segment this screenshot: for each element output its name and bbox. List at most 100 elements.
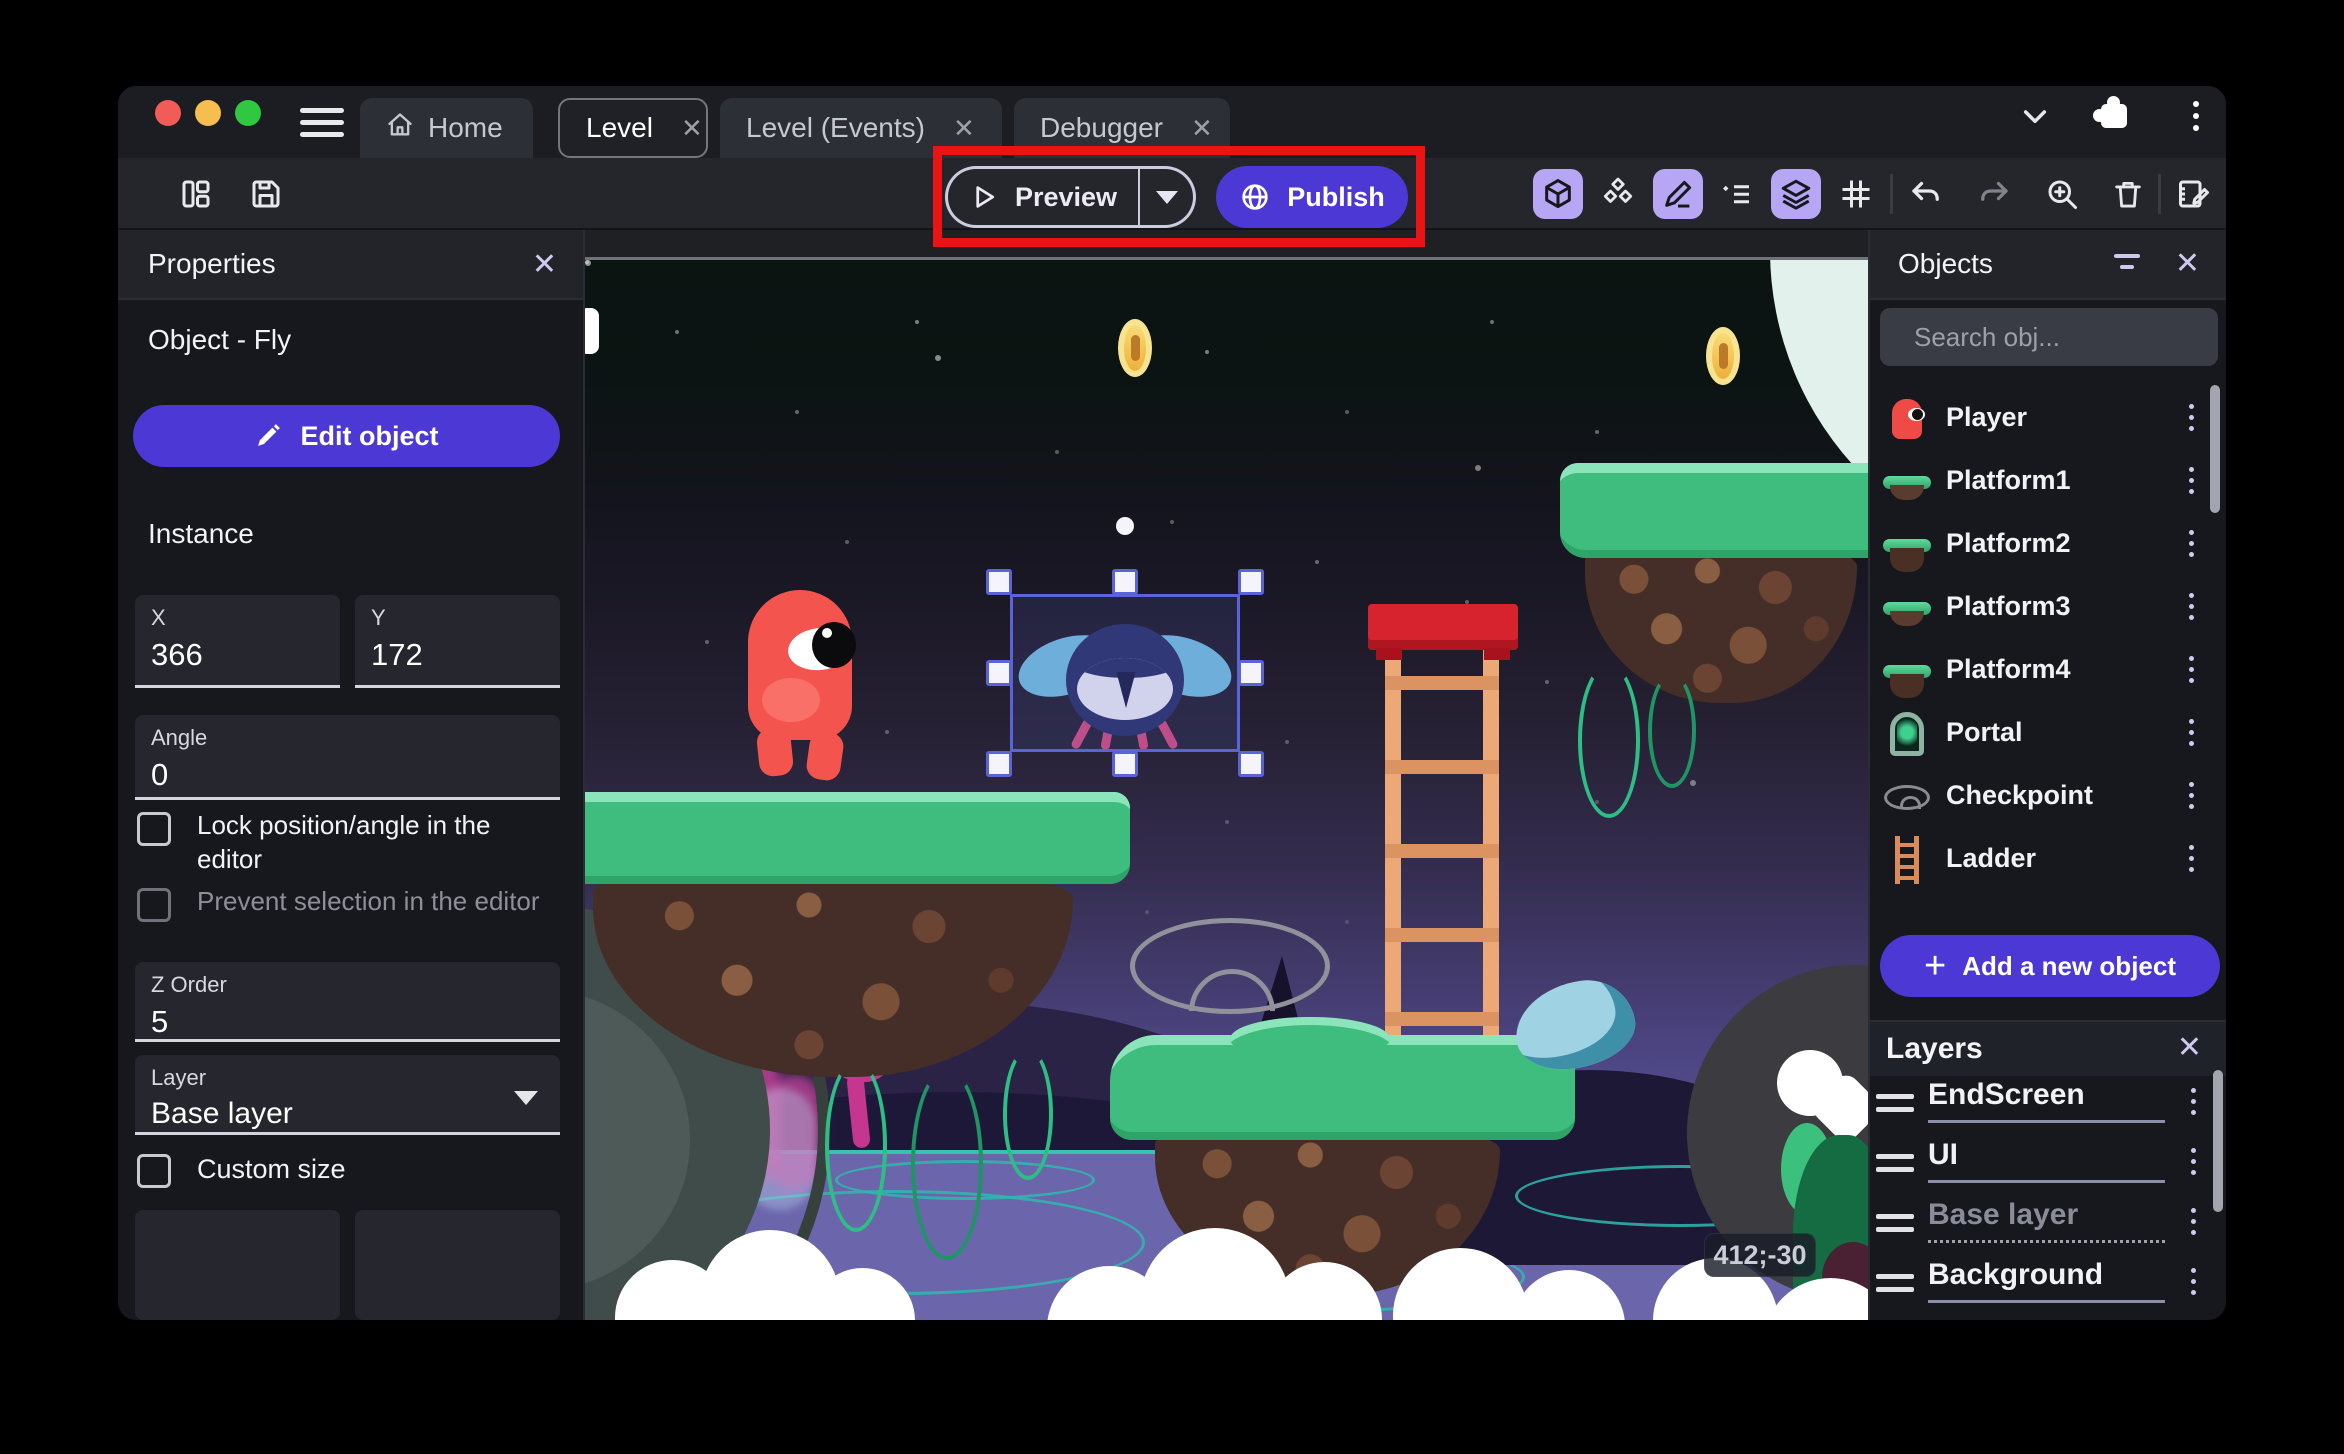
scene-editor-canvas[interactable]: 412;-30 [585,230,1868,1320]
z-order-field[interactable]: Z Order 5 [135,962,560,1042]
object-row-platform3[interactable]: Platform3 [1870,577,2226,640]
objects-scrollbar[interactable] [2210,385,2220,513]
layer-row-base-layer[interactable]: Base layer [1870,1196,2226,1254]
maximize-window-button[interactable] [235,100,261,126]
preview-dropdown-button[interactable] [1140,166,1196,228]
resize-handle-nw[interactable] [986,569,1012,595]
drag-handle-icon[interactable] [1876,1274,1914,1292]
object-menu-icon[interactable] [2189,719,2194,746]
object-row-platform2[interactable]: Platform2 [1870,514,2226,577]
object-groups-icon[interactable] [1596,172,1640,216]
layer-name[interactable]: EndScreen [1928,1078,2165,1123]
layer-row-endscreen[interactable]: EndScreen [1870,1076,2226,1134]
close-tab-icon[interactable]: ✕ [953,113,975,144]
layer-select[interactable]: Layer Base layer [135,1055,560,1135]
search-input[interactable] [1914,321,2226,353]
object-menu-icon[interactable] [2189,782,2194,809]
drag-handle-icon[interactable] [1876,1154,1914,1172]
lock-position-checkbox[interactable] [137,812,171,846]
layer-name[interactable]: UI [1928,1138,2165,1183]
object-row-platform1[interactable]: Platform1 [1870,451,2226,514]
object-menu-icon[interactable] [2189,467,2194,494]
resize-handle-n[interactable] [1112,569,1138,595]
angle-field[interactable]: Angle 0 [135,715,560,800]
resize-handle-w[interactable] [986,660,1012,686]
coin-sprite[interactable] [1118,319,1152,377]
close-icon[interactable]: ✕ [532,247,557,282]
more-options-icon[interactable] [2172,92,2220,140]
chevron-down-icon[interactable] [2011,92,2059,140]
publish-button[interactable]: Publish [1216,166,1408,228]
resize-handle-se[interactable] [1238,751,1264,777]
object-menu-icon[interactable] [2189,845,2194,872]
close-icon[interactable]: ✕ [2175,246,2200,281]
edit-scene-events-icon[interactable] [2172,172,2216,216]
objects-panel-toggle-icon[interactable] [1533,169,1583,219]
checkpoint-sprite[interactable] [1130,918,1330,1014]
trash-icon[interactable] [2106,172,2150,216]
tab-level[interactable]: Level ✕ [558,98,708,158]
add-new-object-button[interactable]: + Add a new object [1880,935,2220,997]
lock-position-row[interactable]: Lock position/angle in the editor [137,808,547,876]
layer-menu-icon[interactable] [2191,1208,2196,1235]
selection-box[interactable] [1010,594,1240,752]
filter-icon[interactable] [2114,254,2140,269]
object-row-player[interactable]: Player [1870,388,2226,451]
ladder-sprite[interactable] [1368,604,1518,1068]
tab-level-events[interactable]: Level (Events) ✕ [720,98,1002,158]
rotation-handle[interactable] [1116,517,1134,535]
tab-debugger[interactable]: Debugger ✕ [1014,98,1230,158]
redo-icon[interactable] [1972,172,2016,216]
layer-name[interactable]: Base layer [1928,1198,2165,1243]
object-row-platform4[interactable]: Platform4 [1870,640,2226,703]
close-tab-icon[interactable]: ✕ [681,113,703,144]
object-row-checkpoint[interactable]: Checkpoint [1870,766,2226,829]
extensions-puzzle-icon[interactable] [2090,92,2138,140]
layer-row-ui[interactable]: UI [1870,1136,2226,1194]
object-menu-icon[interactable] [2189,530,2194,557]
layer-menu-icon[interactable] [2191,1088,2196,1115]
grid-icon[interactable] [1834,172,1878,216]
custom-size-checkbox[interactable] [137,1154,171,1188]
menu-icon[interactable] [300,102,346,142]
layer-row-background[interactable]: Background [1870,1256,2226,1314]
platform-sprite[interactable] [585,792,1130,1260]
zoom-in-icon[interactable] [2040,172,2084,216]
preview-button[interactable]: Preview [945,166,1140,228]
undo-icon[interactable] [1904,172,1948,216]
layer-name[interactable]: Background [1928,1258,2165,1303]
minimize-window-button[interactable] [195,100,221,126]
close-icon[interactable]: ✕ [2177,1030,2202,1065]
tab-home[interactable]: Home [360,98,533,158]
instances-list-icon[interactable] [1715,172,1759,216]
layers-scrollbar[interactable] [2213,1070,2223,1212]
player-sprite[interactable] [748,590,858,783]
resize-handle-e[interactable] [1238,660,1264,686]
object-menu-icon[interactable] [2189,404,2194,431]
close-window-button[interactable] [155,100,181,126]
coin-sprite[interactable] [1706,327,1740,385]
object-menu-icon[interactable] [2189,656,2194,683]
platform-sprite[interactable] [1560,463,1868,863]
object-menu-icon[interactable] [2189,593,2194,620]
resize-handle-ne[interactable] [1238,569,1264,595]
drag-handle-icon[interactable] [1876,1214,1914,1232]
prevent-selection-row[interactable]: Prevent selection in the editor [137,884,547,922]
height-field[interactable] [355,1210,560,1320]
edit-object-button[interactable]: Edit object [133,405,560,467]
object-row-ladder[interactable]: Ladder [1870,829,2226,892]
drag-handle-icon[interactable] [1876,1094,1914,1112]
object-row-portal[interactable]: Portal [1870,703,2226,766]
save-icon[interactable] [244,172,288,216]
y-position-field[interactable]: Y 172 [355,595,560,688]
layer-menu-icon[interactable] [2191,1268,2196,1295]
custom-size-row[interactable]: Custom size [137,1150,547,1188]
layer-menu-icon[interactable] [2191,1148,2196,1175]
close-tab-icon[interactable]: ✕ [1191,113,1213,144]
edit-mode-pencil-icon[interactable] [1653,169,1703,219]
layers-panel-icon[interactable] [1771,169,1821,219]
resize-handle-s[interactable] [1112,751,1138,777]
width-field[interactable] [135,1210,340,1320]
resize-handle-sw[interactable] [986,751,1012,777]
prevent-selection-checkbox[interactable] [137,888,171,922]
